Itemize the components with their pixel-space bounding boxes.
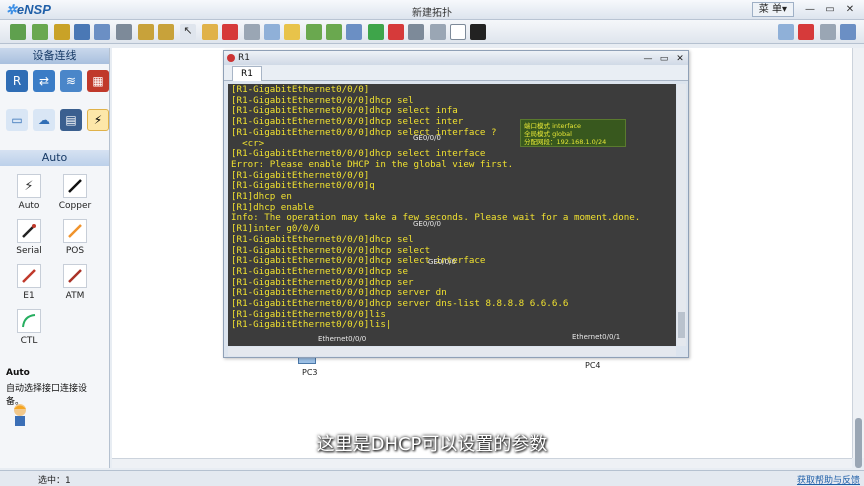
cli-title-bar[interactable]: R1 — ▭ ✕ [224, 51, 688, 65]
note-line: 端口模式 interface [524, 122, 582, 130]
help-feedback-link[interactable]: 获取帮助与反馈 [797, 473, 860, 486]
cli-minimize-icon[interactable]: — [642, 52, 654, 66]
terminal-horizontal-scrollbar[interactable] [228, 347, 676, 356]
ge-label-top: GE0/0/0 [413, 134, 441, 142]
cli-tab-bar: R1 [224, 65, 688, 81]
terminal-vertical-scrollbar[interactable] [677, 84, 686, 346]
eth-label-pc4: Ethernet0/0/1 [572, 333, 621, 341]
video-subtitle: 这里是DHCP可以设置的参数 [316, 434, 548, 455]
eth-label-pc3: Ethernet0/0/0 [318, 335, 367, 343]
note-line: 全局模式 global [524, 130, 572, 138]
cli-title: R1 [238, 53, 250, 63]
terminal-line: [R1-GigabitEthernet0/0/0]dhcp sel [231, 233, 414, 245]
annotation-note[interactable]: 端口模式 interface 全局模式 global 分配网段：192.168.… [520, 119, 626, 147]
ge-label-switch: GE0/0/0 [428, 258, 456, 266]
ge-label-mid: GE0/0/0 [413, 220, 441, 228]
tab-r1[interactable]: R1 [232, 66, 262, 81]
cli-close-icon[interactable]: ✕ [674, 52, 686, 66]
terminal-line: [R1-GigabitEthernet0/0/0]q [231, 180, 375, 192]
pc4-label: PC4 [585, 361, 601, 370]
terminal-scroll-thumb[interactable] [678, 312, 685, 338]
note-line: 分配网段：192.168.1.0/24 [524, 138, 607, 146]
cli-maximize-icon[interactable]: ▭ [658, 52, 670, 66]
router-icon [227, 54, 235, 62]
selection-count: 选中：1 [38, 476, 71, 486]
terminal-line: [R1-GigabitEthernet0/0/0]lis| [231, 319, 392, 331]
pc3-label: PC3 [302, 368, 318, 377]
cli-window[interactable]: R1 — ▭ ✕ R1 [R1-GigabitEthernet0/0/0] [R1… [223, 50, 689, 358]
status-bar: 选中：1 获取帮助与反馈 [0, 470, 864, 486]
